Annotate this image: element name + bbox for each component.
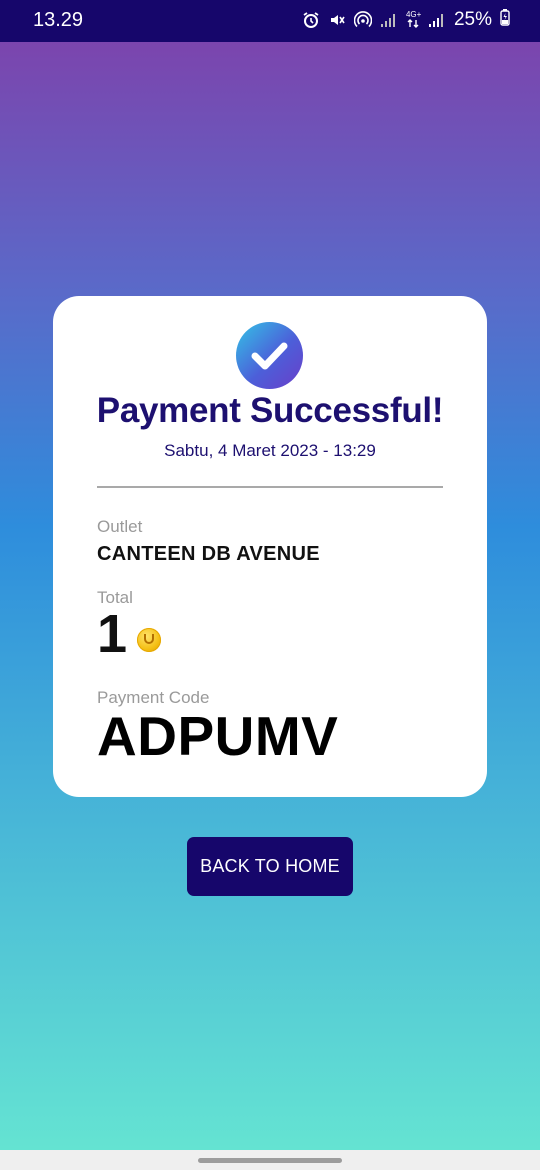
data-arrows-icon: 4G+ <box>405 10 422 28</box>
payment-date: Sabtu, 4 Maret 2023 - 13:29 <box>164 441 376 460</box>
payment-receipt-card: Payment Successful! Sabtu, 4 Maret 2023 … <box>53 296 487 797</box>
navigation-bar <box>0 1150 540 1170</box>
outlet-value: CANTEEN DB AVENUE <box>97 543 320 565</box>
signal-icon <box>380 11 398 29</box>
payment-success-title: Payment Successful! <box>96 391 444 430</box>
status-icons: 4G+ 25% <box>302 8 510 31</box>
battery-percentage: 25% <box>453 8 492 30</box>
hotspot-icon <box>353 10 373 29</box>
total-value: 1 <box>97 604 128 664</box>
back-to-home-button[interactable]: BACK TO HOME <box>187 837 353 896</box>
battery-charging-icon <box>500 8 510 31</box>
outlet-label: Outlet <box>97 517 143 536</box>
payment-code-value: ADPUMV <box>97 705 339 767</box>
check-circle-icon <box>236 322 303 389</box>
mute-icon <box>328 11 346 29</box>
status-bar: 13.29 4G+ 25% <box>0 0 540 42</box>
divider <box>97 486 443 488</box>
signal-icon <box>428 11 446 29</box>
coin-icon <box>137 628 161 652</box>
alarm-icon <box>302 11 320 29</box>
status-time: 13.29 <box>33 9 84 31</box>
home-gesture-handle[interactable] <box>198 1158 342 1163</box>
network-type-label: 4G+ <box>405 10 422 19</box>
